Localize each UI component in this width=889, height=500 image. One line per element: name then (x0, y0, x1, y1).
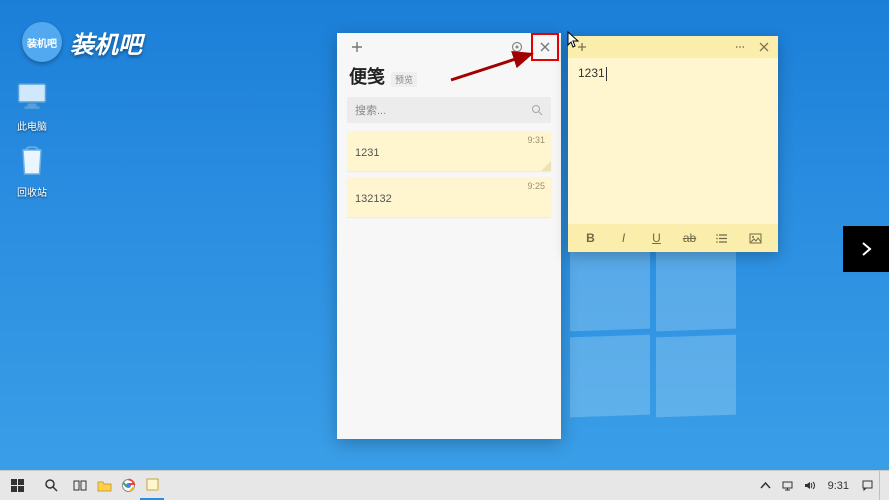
tray-notifications[interactable] (857, 471, 877, 500)
bold-button[interactable]: B (580, 227, 602, 249)
tray-network[interactable] (778, 471, 798, 500)
taskbar-app-sticky-notes[interactable] (140, 471, 164, 500)
task-view-button[interactable] (68, 471, 92, 500)
taskbar-search-button[interactable] (34, 471, 68, 500)
note-list-item[interactable]: 9:31 1231 (347, 131, 551, 171)
taskbar-app-chrome[interactable] (116, 471, 140, 500)
chevron-up-icon (759, 479, 772, 492)
note-titlebar (568, 36, 778, 58)
desktop-icon-label: 回收站 (0, 184, 64, 199)
search-icon (44, 478, 59, 493)
this-pc-icon (14, 78, 50, 114)
volume-icon (803, 479, 816, 492)
note-time: 9:31 (527, 135, 545, 145)
note-preview-text: 1231 (355, 147, 543, 159)
carousel-next-button[interactable] (843, 226, 889, 272)
settings-button[interactable] (503, 33, 531, 61)
tray-chevron[interactable] (756, 471, 776, 500)
chrome-icon (121, 478, 136, 493)
wallpaper-windows-logo (570, 250, 740, 420)
note-close-button[interactable] (752, 36, 776, 58)
windows-icon (10, 478, 25, 493)
tray-volume[interactable] (800, 471, 820, 500)
preview-badge: 预览 (391, 72, 417, 87)
new-note-button[interactable] (343, 33, 371, 61)
desktop-icon-this-pc[interactable]: 此电脑 (0, 78, 64, 133)
list-titlebar (337, 33, 561, 61)
start-button[interactable] (0, 471, 34, 500)
list-title: 便笺 (349, 63, 385, 89)
list-button[interactable] (712, 227, 734, 249)
sticky-notes-list-window: 便笺 预览 搜索... 9:31 1231 9:25 132132 (337, 33, 561, 439)
note-menu-button[interactable] (728, 36, 752, 58)
chevron-right-icon (858, 241, 874, 257)
taskbar: 9:31 (0, 470, 889, 500)
note-list-item[interactable]: 9:25 132132 (347, 177, 551, 217)
brand-logo: 装机吧 装机吧 (22, 22, 142, 62)
show-desktop-button[interactable] (879, 471, 885, 500)
taskbar-clock[interactable]: 9:31 (822, 480, 855, 492)
note-format-toolbar: B I U ab (568, 224, 778, 252)
search-input[interactable]: 搜索... (347, 97, 551, 123)
sticky-note-icon (145, 477, 160, 492)
note-text-area[interactable]: 1231 (568, 58, 778, 224)
notification-icon (861, 479, 874, 492)
recycle-bin-icon (14, 144, 50, 180)
note-time: 9:25 (527, 181, 545, 191)
note-content: 1231 (578, 66, 605, 80)
list-header: 便笺 预览 (337, 61, 561, 97)
search-placeholder: 搜索... (355, 102, 386, 118)
note-preview-text: 132132 (355, 193, 543, 205)
image-button[interactable] (745, 227, 767, 249)
italic-button[interactable]: I (613, 227, 635, 249)
close-list-button[interactable] (531, 33, 559, 61)
strikethrough-button[interactable]: ab (679, 227, 701, 249)
note-fold-icon (541, 161, 551, 171)
desktop: 装机吧 装机吧 此电脑 回收站 (0, 0, 889, 500)
network-icon (781, 479, 794, 492)
note-add-button[interactable] (570, 36, 594, 58)
brand-text: 装机吧 (70, 25, 142, 60)
folder-icon (97, 478, 112, 493)
desktop-icon-recycle-bin[interactable]: 回收站 (0, 144, 64, 199)
taskbar-app-explorer[interactable] (92, 471, 116, 500)
search-icon (531, 104, 543, 116)
task-view-icon (73, 478, 88, 493)
sticky-note-editor: 1231 B I U ab (568, 36, 778, 252)
underline-button[interactable]: U (646, 227, 668, 249)
text-caret (606, 67, 607, 81)
brand-circle: 装机吧 (22, 22, 62, 62)
desktop-icon-label: 此电脑 (0, 118, 64, 133)
